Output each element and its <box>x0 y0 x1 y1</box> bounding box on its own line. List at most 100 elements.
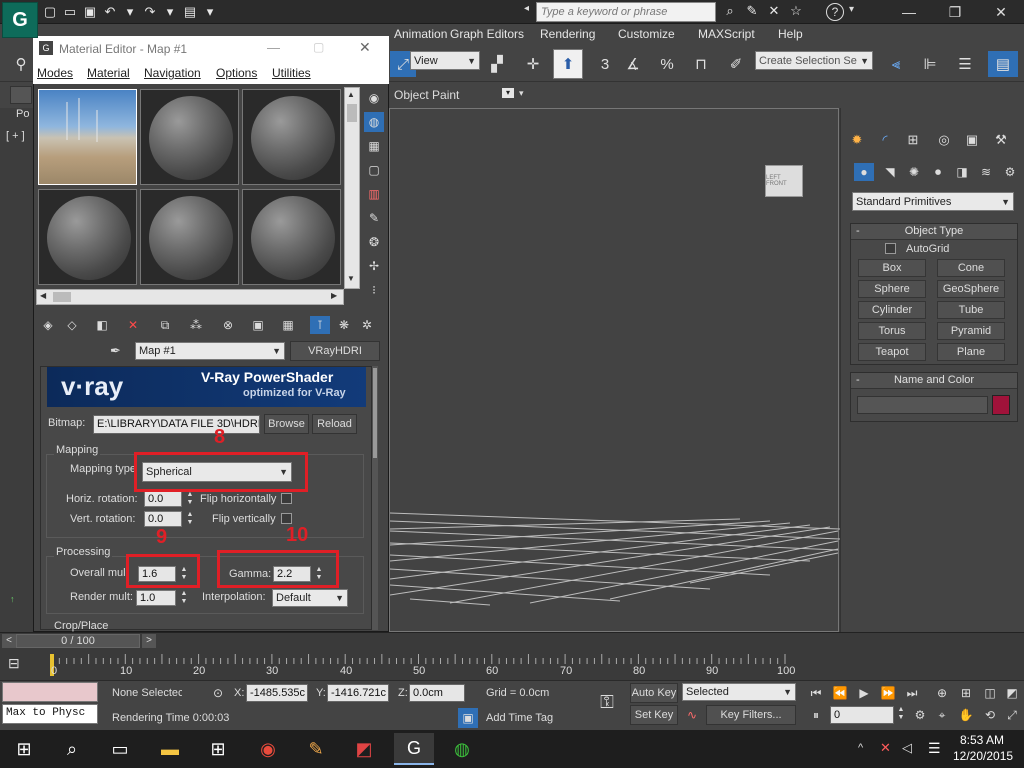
render-mult-spinner-icon[interactable]: ▲ ▼ <box>179 590 189 606</box>
align-icon[interactable]: ⊫ <box>917 51 943 77</box>
maxscript-listener-mini[interactable] <box>2 682 98 702</box>
go-to-start-icon[interactable]: ⏮ <box>806 683 826 703</box>
save-file-icon[interactable]: ▣ <box>80 3 100 21</box>
mirror-icon[interactable]: ⫷ <box>883 51 909 77</box>
sample-slot-4[interactable] <box>38 189 137 285</box>
make-preview-icon[interactable]: ✎ <box>364 208 384 228</box>
keyword-search-input[interactable]: Type a keyword or phrase <box>536 2 716 22</box>
hierarchy-tab-icon[interactable]: ⊞ <box>903 130 923 150</box>
x-coordinate-input[interactable]: -1485.535c <box>246 684 308 702</box>
menu-rendering[interactable]: Rendering <box>540 27 595 41</box>
vert-rotation-spinner-icon[interactable]: ▲ ▼ <box>185 511 195 527</box>
3dsmax-taskbar-icon[interactable]: G <box>394 733 434 765</box>
scroll-up-icon[interactable]: ▲ <box>347 90 355 99</box>
zoom-all-icon[interactable]: ⊞ <box>956 683 976 703</box>
time-slider-thumb[interactable]: 0 / 100 <box>16 634 140 648</box>
scroll-down-icon[interactable]: ▼ <box>347 274 355 283</box>
bitmap-path-input[interactable]: E:\LIBRARY\DATA FILE 3D\HDRI\ <box>93 415 260 434</box>
menu-graph-editors[interactable]: Graph Editors <box>450 27 524 41</box>
edit-named-selection-icon[interactable]: ✐ <box>723 51 749 77</box>
interpolation-dropdown[interactable]: Default ▼ <box>272 589 348 607</box>
scroll-left-icon[interactable]: ◀ <box>40 291 46 300</box>
ribbon-options-icon[interactable]: ▾ <box>502 88 514 98</box>
cone-button[interactable]: Cone <box>937 259 1005 277</box>
sample-slots-vscrollbar[interactable]: ▲ ▼ <box>344 87 360 289</box>
name-and-color-header[interactable]: - Name and Color <box>851 373 1017 389</box>
flip-vertically-checkbox[interactable] <box>281 513 292 524</box>
me-menu-options[interactable]: Options <box>216 66 257 80</box>
torus-button[interactable]: Torus <box>858 322 926 340</box>
play-icon[interactable]: ▶ <box>854 683 874 703</box>
time-configuration-icon[interactable]: ⚙ <box>910 705 930 725</box>
horiz-rotation-spinner-icon[interactable]: ▲ ▼ <box>185 491 195 507</box>
current-frame-input[interactable]: 0 <box>830 706 894 724</box>
create-tab-icon[interactable]: ✹ <box>847 130 867 150</box>
zoom-icon[interactable]: ⊕ <box>932 683 952 703</box>
utilities-tab-icon[interactable]: ⚒ <box>991 130 1011 150</box>
next-frame-icon[interactable]: ⏩ <box>878 683 898 703</box>
isolate-selection-icon[interactable]: ▣ <box>458 708 478 728</box>
scene-explorer-icon[interactable]: ▤ <box>988 51 1018 77</box>
plane-button[interactable]: Plane <box>937 343 1005 361</box>
network-status-icon[interactable]: ✕ <box>880 740 891 756</box>
default-tangents-icon[interactable]: ∿ <box>682 705 702 725</box>
binoculars-icon[interactable]: ⌕ <box>720 2 740 20</box>
object-color-swatch[interactable] <box>992 395 1010 415</box>
render-mult-input[interactable]: 1.0 <box>136 590 176 606</box>
zoom-extents-icon[interactable]: ◫ <box>980 683 1000 703</box>
me-maximize-icon[interactable]: ▢ <box>313 40 324 54</box>
layer-manager-icon[interactable]: ☰ <box>952 51 978 77</box>
time-next-button[interactable]: > <box>142 634 156 648</box>
scroll-thumb[interactable] <box>347 104 357 122</box>
go-forward-to-sibling-icon[interactable]: ❋ <box>334 316 354 334</box>
geometry-icon[interactable]: ● <box>854 163 874 181</box>
z-coordinate-input[interactable]: 0.0cm <box>409 684 465 702</box>
snaps-toggle-icon[interactable]: 3 <box>592 51 618 77</box>
horiz-rotation-input[interactable]: 0.0 <box>144 491 182 507</box>
vert-rotation-input[interactable]: 0.0 <box>144 511 182 527</box>
space-warps-icon[interactable]: ≋ <box>976 163 996 181</box>
maxscript-input[interactable]: Max to Physc <box>2 704 98 724</box>
object-type-header[interactable]: - Object Type <box>851 224 1017 240</box>
primitive-category-dropdown[interactable]: Standard Primitives ▼ <box>852 192 1014 211</box>
sample-slot-hdri[interactable] <box>38 89 137 185</box>
selection-lock-icon[interactable]: ⊙ <box>208 683 228 703</box>
material-map-navigator-icon[interactable]: ⁝ <box>364 280 384 300</box>
menu-customize[interactable]: Customize <box>618 27 675 41</box>
autogrid-checkbox[interactable] <box>885 243 896 254</box>
cylinder-button[interactable]: Cylinder <box>858 301 926 319</box>
object-name-input[interactable] <box>857 396 988 414</box>
flip-horizontally-checkbox[interactable] <box>281 493 292 504</box>
y-coordinate-input[interactable]: -1416.721c <box>327 684 389 702</box>
key-selection-dropdown[interactable]: Selected ▼ <box>682 683 796 701</box>
volume-icon[interactable]: ◁ <box>902 740 912 756</box>
maximize-viewport-icon[interactable]: ⤢ <box>1002 705 1022 725</box>
sample-slot-5[interactable] <box>140 189 239 285</box>
keyboard-shortcut-override-icon[interactable]: ⬆ <box>553 49 583 79</box>
current-frame-spinner-icon[interactable]: ▲ ▼ <box>896 706 906 722</box>
me-close-icon[interactable]: ✕ <box>359 39 371 56</box>
zoom-extents-all-icon[interactable]: ◩ <box>1002 683 1022 703</box>
sample-slot-2[interactable] <box>140 89 239 185</box>
show-end-result-icon[interactable]: ▦ <box>278 316 298 334</box>
scroll-thumb[interactable] <box>373 368 377 458</box>
task-view-icon[interactable]: ▭ <box>100 733 140 765</box>
close-window-icon[interactable]: ✕ <box>978 0 1024 24</box>
chrome-icon[interactable]: ◉ <box>248 733 288 765</box>
redo-dropdown-icon[interactable]: ▾ <box>160 3 180 21</box>
me-menu-modes[interactable]: Modes <box>37 66 73 80</box>
file-explorer-icon[interactable]: ▬ <box>150 733 190 765</box>
add-time-tag-button[interactable]: Add Time Tag <box>486 712 553 724</box>
search-left-arrow-icon[interactable]: ◂ <box>524 3 534 21</box>
shapes-icon[interactable]: ◥ <box>880 163 900 181</box>
get-material-icon[interactable]: ◈ <box>38 316 58 334</box>
sample-slot-3[interactable] <box>242 89 341 185</box>
teapot-button[interactable]: Teapot <box>858 343 926 361</box>
app-logo-icon[interactable]: G <box>2 2 38 38</box>
network-app-icon[interactable]: ◍ <box>442 733 482 765</box>
set-key-icon[interactable]: ⚿ <box>592 692 622 712</box>
map-name-dropdown[interactable]: Map #1 ▼ <box>135 342 285 360</box>
sample-type-icon[interactable]: ◉ <box>364 88 384 108</box>
sample-slot-6[interactable] <box>242 189 341 285</box>
motion-tab-icon[interactable]: ◎ <box>934 130 954 150</box>
